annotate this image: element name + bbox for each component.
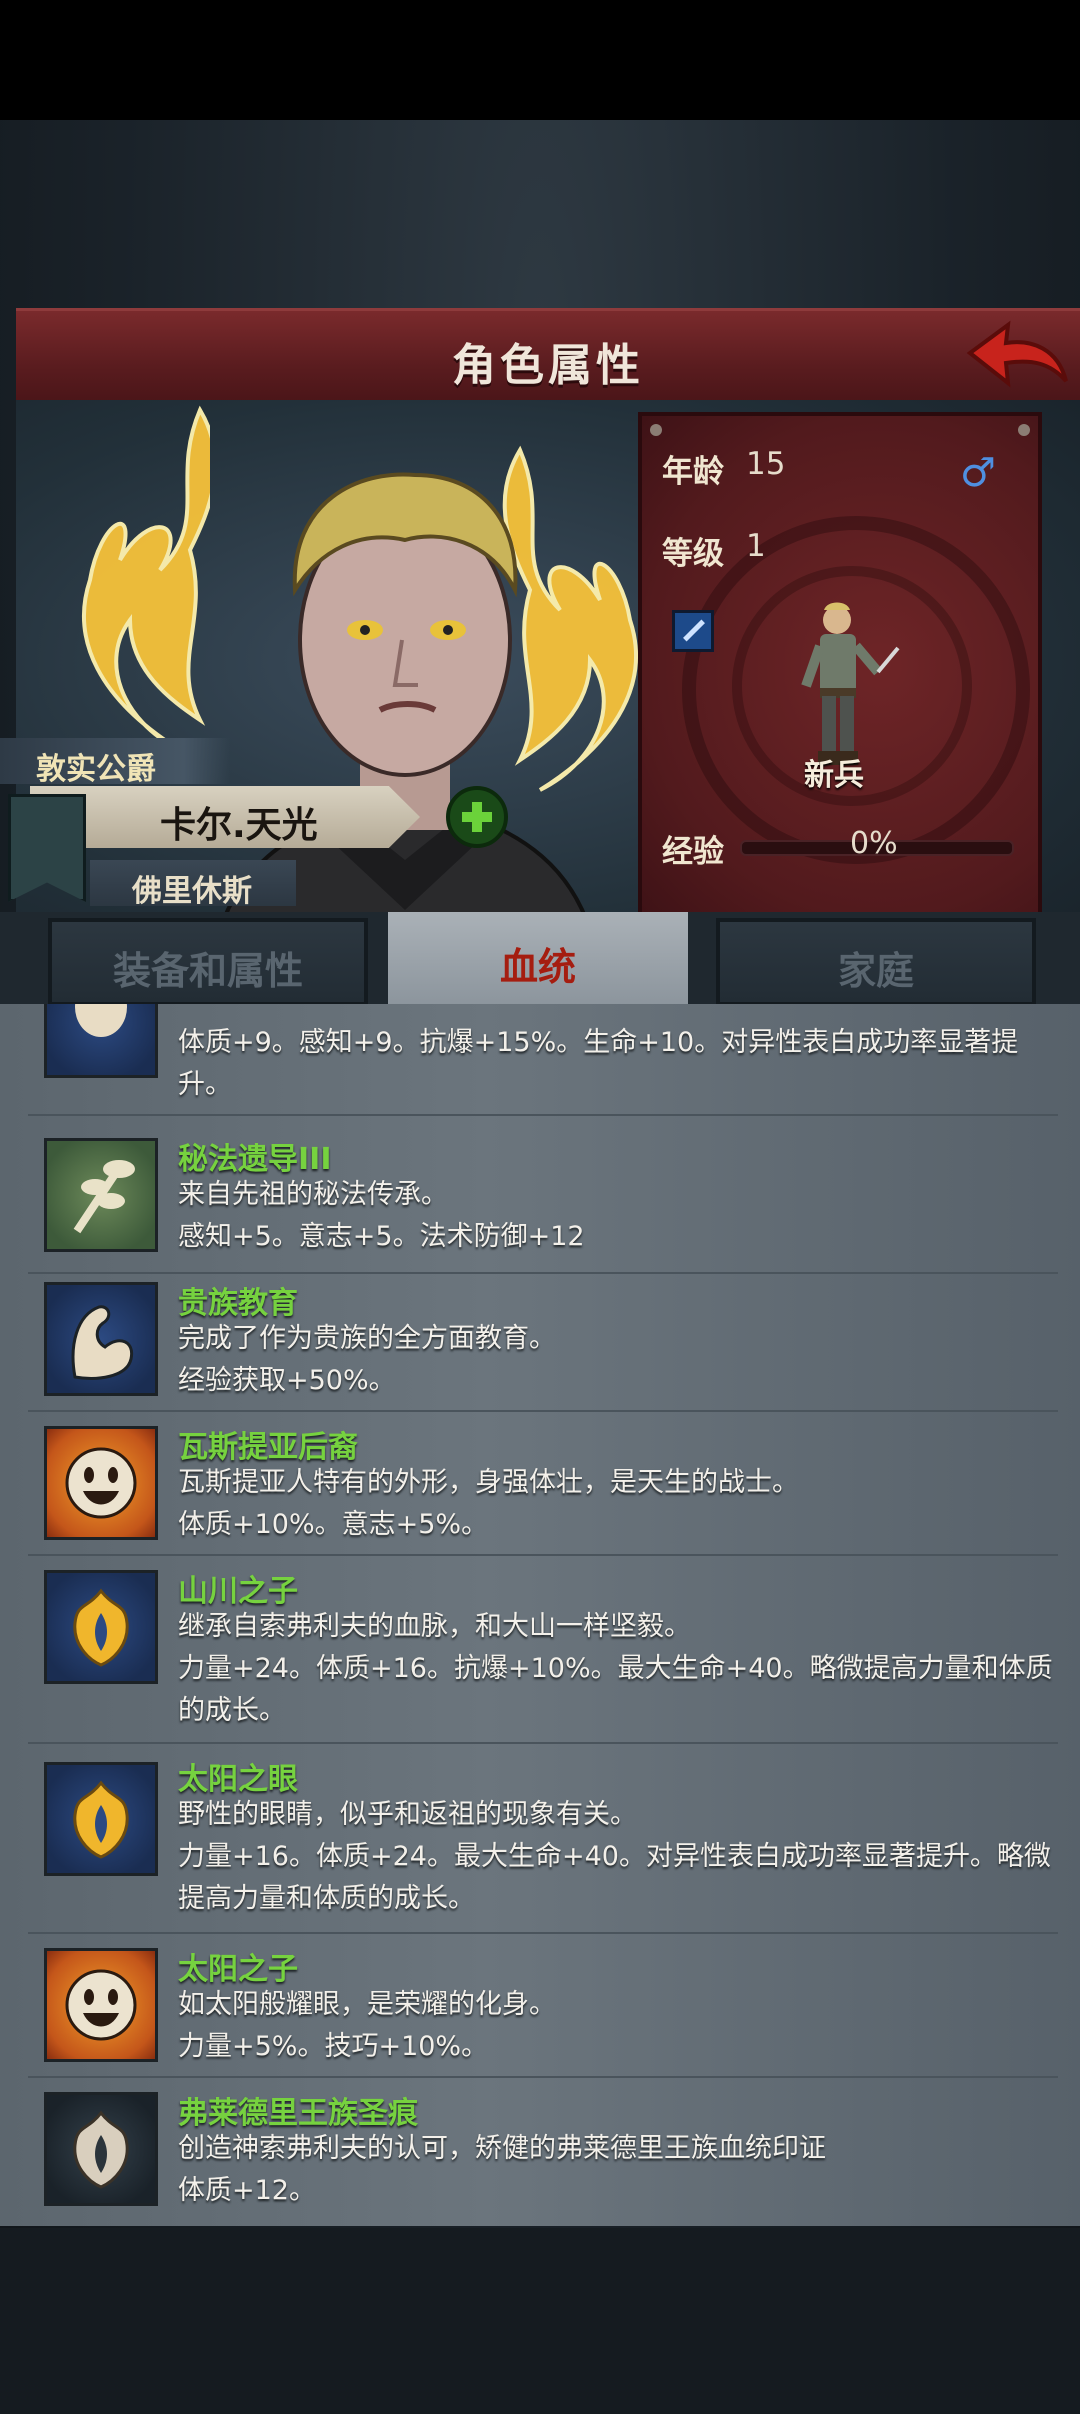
homeland-name: 佛里休斯 — [132, 874, 252, 909]
rivet — [1018, 424, 1030, 436]
trait-description: 野性的眼睛，似乎和返祖的现象有关。 力量+16。体质+24。最大生命+40。对异… — [178, 1799, 1051, 1914]
figure-icon — [44, 1004, 158, 1078]
golden-flame-icon — [44, 1570, 158, 1684]
branch-icon — [44, 1138, 158, 1252]
level-label: 等级 — [662, 536, 724, 572]
trait-description: 创造神索弗利夫的认可，矫健的弗莱德里王族血统印证 体质+12。 — [178, 2133, 826, 2206]
rivet — [650, 424, 662, 436]
trait-description: 继承自索弗利夫的血脉，和大山一样坚毅。 力量+24。体质+16。抗爆+10%。最… — [178, 1611, 1053, 1726]
trait-name: 太阳之眼 — [178, 1762, 298, 1797]
level-value: 1 — [746, 528, 766, 564]
tab-equipment[interactable]: 装备和属性 — [48, 918, 368, 1006]
divider — [28, 1114, 1058, 1116]
divider — [28, 1742, 1058, 1744]
trait-name: 瓦斯提亚后裔 — [178, 1430, 358, 1465]
stat-card: 年龄 15 ♂ 等级 1 新兵 经验 0% — [638, 412, 1042, 920]
flexed-arm-icon — [44, 1282, 158, 1396]
status-bar — [0, 0, 1080, 120]
divider — [28, 1272, 1058, 1274]
trait-description: 瓦斯提亚人特有的外形，身强体壮，是天生的战士。 体质+10%。意志+5%。 — [178, 1467, 799, 1540]
trait-description: 如太阳般耀眼，是荣耀的化身。 力量+5%。技巧+10%。 — [178, 1989, 556, 2062]
divider — [28, 1554, 1058, 1556]
back-arrow-icon — [966, 320, 1068, 388]
trait-description: 来自先祖的秘法传承。 感知+5。意志+5。法术防御+12 — [178, 1179, 585, 1252]
tab-label: 血统 — [499, 945, 576, 989]
tab-label: 装备和属性 — [112, 949, 303, 993]
bloodline-trait-list[interactable]: 体质+9。感知+9。抗爆+15%。生命+10。对异性表白成功率显著提升。 秘法遗… — [0, 1004, 1080, 2226]
trait-description: 体质+9。感知+9。抗爆+15%。生命+10。对异性表白成功率显著提升。 — [178, 1027, 1019, 1100]
exp-percent: 0% — [850, 826, 898, 861]
trait-description: 完成了作为贵族的全方面教育。 经验获取+50%。 — [178, 1323, 556, 1396]
divider — [28, 1410, 1058, 1412]
smiley-sun-icon — [44, 1426, 158, 1540]
noble-title: 敦实公爵 — [36, 752, 156, 787]
age-value: 15 — [746, 446, 786, 482]
back-button[interactable] — [962, 319, 1072, 395]
page-title: 角色属性 — [452, 340, 644, 391]
golden-flame-icon — [44, 1762, 158, 1876]
character-name: 卡尔.天光 — [160, 805, 318, 846]
trait-name: 太阳之子 — [178, 1952, 298, 1987]
title-bar: 角色属性 — [16, 308, 1080, 406]
trait-name: 山川之子 — [178, 1574, 298, 1609]
age-label: 年龄 — [662, 454, 724, 490]
homeland-tag: 佛里休斯 — [90, 860, 296, 909]
sword-class-icon[interactable] — [672, 610, 714, 652]
trait-name: 秘法遗导III — [178, 1142, 332, 1177]
trait-name: 弗莱德里王族圣痕 — [178, 2096, 418, 2131]
smiley-sun-icon — [44, 1948, 158, 2062]
trait-name: 贵族教育 — [178, 1286, 298, 1321]
name-banner: 卡尔.天光 — [30, 786, 420, 848]
add-button[interactable] — [446, 786, 508, 848]
pale-flame-icon — [44, 2092, 158, 2206]
noble-title-tag: 敦实公爵 — [0, 738, 230, 787]
class-name: 新兵 — [804, 758, 864, 793]
male-gender-icon: ♂ — [960, 450, 996, 496]
tab-bloodline[interactable]: 血统 — [388, 912, 688, 1008]
divider — [28, 1932, 1058, 1934]
tab-bar: 装备和属性 血统 家庭 — [0, 912, 1080, 1008]
tab-family[interactable]: 家庭 — [716, 918, 1036, 1006]
divider — [28, 2076, 1058, 2078]
tab-label: 家庭 — [837, 949, 914, 993]
bottom-area — [0, 2228, 1080, 2414]
exp-label: 经验 — [662, 834, 724, 870]
